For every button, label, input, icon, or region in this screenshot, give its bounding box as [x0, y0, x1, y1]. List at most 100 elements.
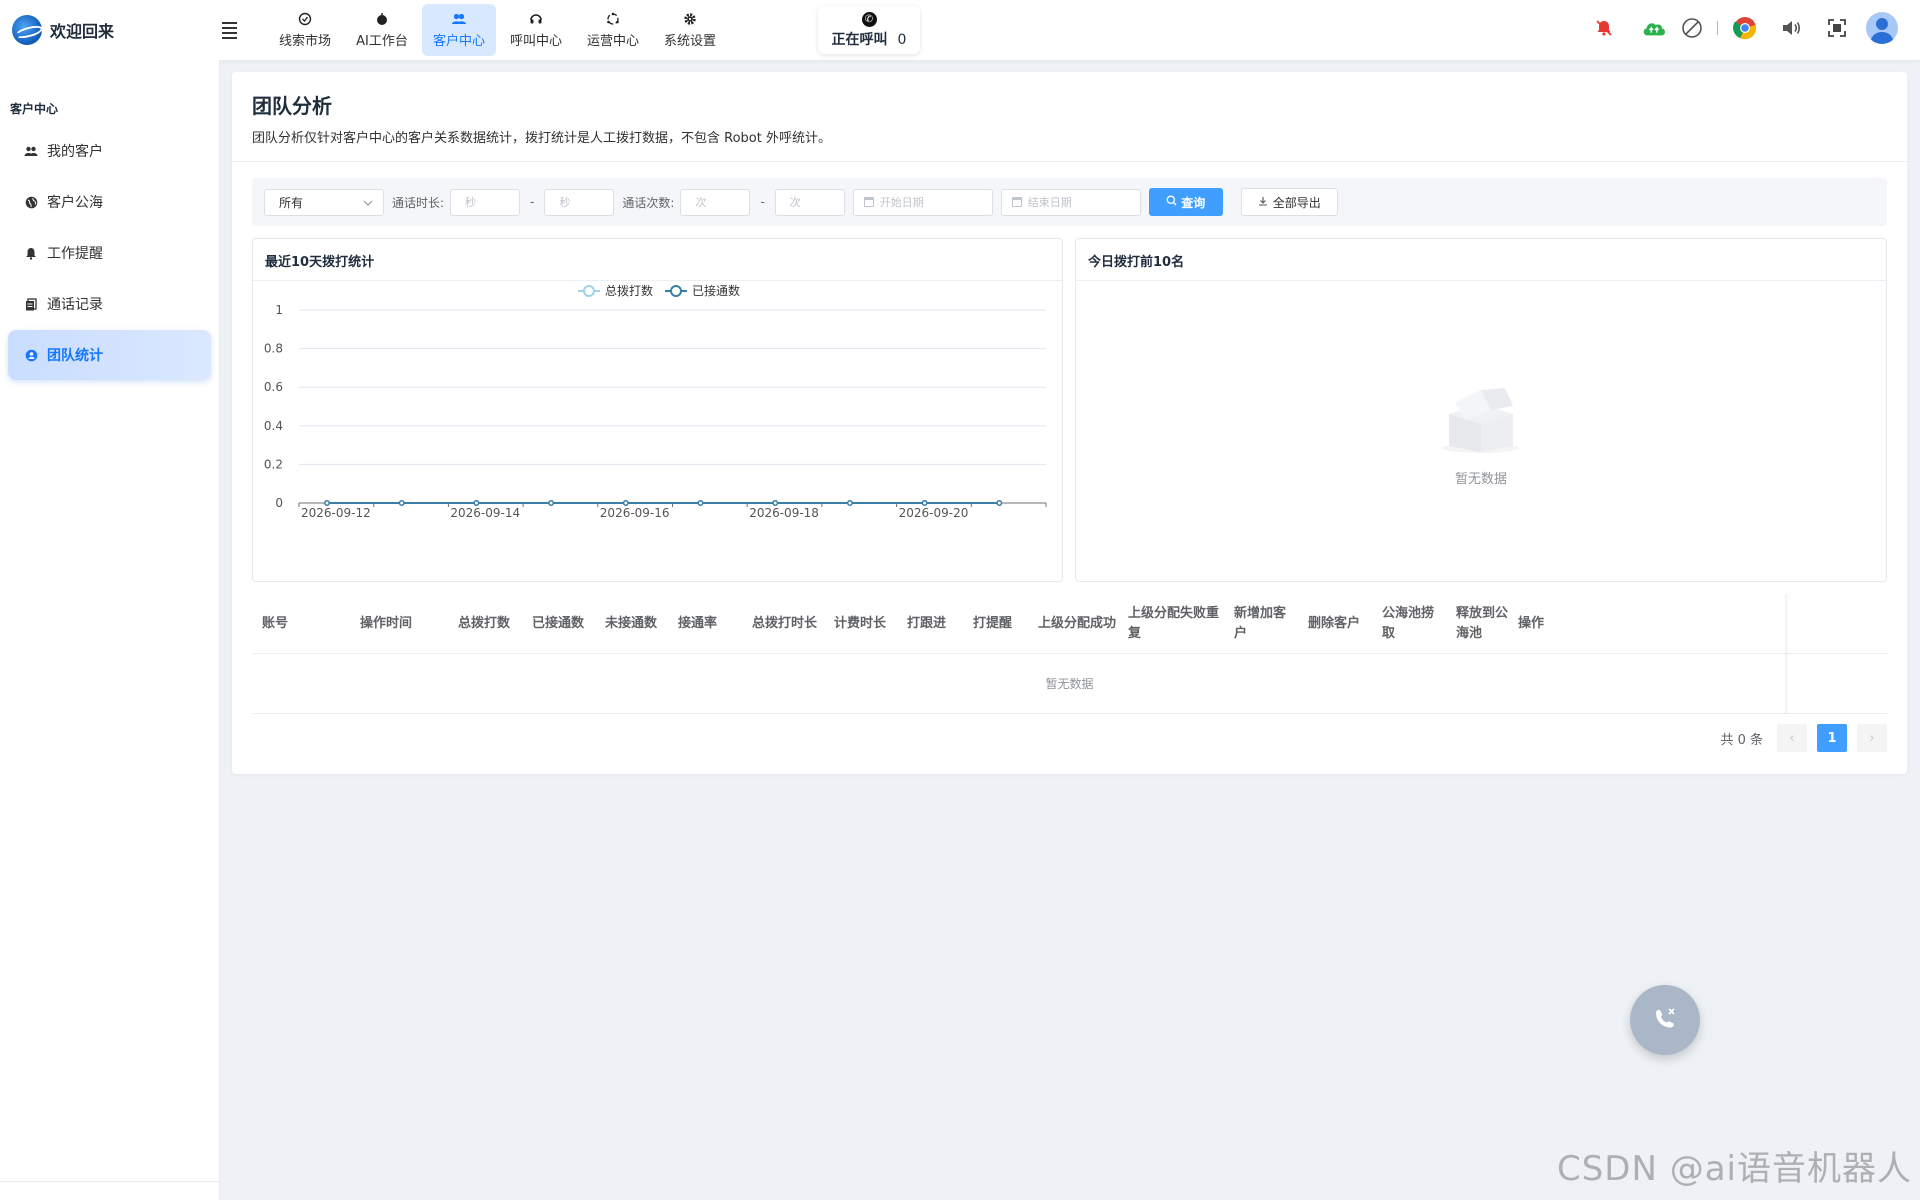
table-column-header: 操作时间 [360, 615, 413, 631]
data-point-1 [398, 500, 405, 506]
nav-item-ai-workbench[interactable]: AI工作台 [345, 4, 419, 56]
brand-logo-icon [12, 15, 42, 45]
line-chart: 总拨打数 已接通数 0 0.2 0.4 0.6 0.8 1 2026-09-12 2026-0… [264, 283, 1047, 520]
download-icon [1258, 195, 1268, 209]
sidebar-item-label: 客户公海 [47, 195, 103, 211]
cycle-icon [606, 12, 620, 30]
today-top10-panel: 今日拨打前10名 暂无数据 [1075, 238, 1887, 582]
sidebar-item-customer-pool[interactable]: 客户公海 [8, 177, 211, 227]
sidebar-item-my-customers[interactable]: 我的客户 [8, 126, 211, 176]
data-point-1 [921, 500, 928, 506]
main-card: 团队分析 团队分析仅针对客户中心的客户关系数据统计，拨打统计是人工拨打数据，不包… [232, 72, 1907, 774]
nav-item-call-center[interactable]: 呼叫中心 [499, 4, 573, 56]
scope-select-value: 所有 [279, 195, 304, 210]
duration-label: 通话时长: [392, 195, 445, 210]
table-header: 账号 操作时间 总拨打数 已接通数 未接通数 接通率 总拨打时长 计费时长 打跟进 打提醒 上级分配… [252, 594, 1887, 654]
scope-select[interactable]: 所有 [264, 188, 384, 216]
nav-item-operations-center[interactable]: 运营中心 [576, 4, 650, 56]
table-column-header: 释放到公海池 [1456, 605, 1509, 641]
nav-label: 呼叫中心 [509, 33, 562, 49]
recent-calls-chart-panel: 最近10天拨打统计 总拨打数 已接通数 0 0.2 0.4 0.6 0.8 1 2026-0… [252, 238, 1063, 582]
nav-label: 客户中心 [432, 33, 485, 49]
sidebar-item-call-records[interactable]: 通话记录 [8, 279, 211, 329]
bell-off-icon[interactable] [1591, 15, 1617, 41]
nav-label: 运营中心 [586, 33, 639, 49]
legend-marker-1 [670, 285, 682, 297]
users-icon [24, 144, 38, 158]
start-date-picker[interactable]: 开始日期 [852, 188, 993, 216]
calendar-icon [1011, 197, 1022, 207]
end-date-picker[interactable]: 结束日期 [1000, 188, 1141, 216]
count-max-input[interactable]: 次 [774, 188, 845, 216]
fullscreen-icon[interactable] [1824, 15, 1850, 41]
export-all-button[interactable]: 全部导出 [1240, 188, 1338, 216]
phone-hangup-icon [1650, 1003, 1680, 1037]
prev-page-button[interactable]: ‹ [1777, 724, 1807, 752]
calling-count: 0 [897, 31, 907, 48]
table-column-header: 未接通数 [605, 615, 658, 631]
next-page-button[interactable]: › [1857, 724, 1887, 752]
range-dash: - [760, 195, 765, 209]
sidebar-item-work-reminder[interactable]: 工作提醒 [8, 228, 211, 278]
table-column-header: 计费时长 [834, 615, 887, 631]
query-button-label: 查询 [1181, 195, 1206, 210]
empty-state: 暂无数据 [1076, 281, 1886, 581]
toolbar-divider [1717, 21, 1718, 35]
page-number-button[interactable]: 1 [1817, 724, 1847, 752]
table-column-header: 已接通数 [532, 615, 585, 631]
volume-icon[interactable] [1778, 15, 1804, 41]
table-column-header: 打跟进 [907, 615, 947, 631]
query-button[interactable]: 查询 [1148, 188, 1223, 216]
sidebar-item-team-stats[interactable]: 团队统计 [8, 330, 211, 380]
top10-panel-title: 今日拨打前10名 [1076, 239, 1886, 281]
table-column-header: 操作 [1518, 615, 1545, 631]
main-nav: 线索市场 AI工作台 客户中心 呼叫中心 运营中心 系统设置 [268, 0, 730, 60]
chevron-down-icon [363, 195, 373, 209]
table-column-header: 总拨打数 [458, 615, 511, 631]
record-icon [24, 297, 38, 311]
x-tick-label: 2026-09-12 [301, 506, 371, 520]
team-stats-table: 账号 操作时间 总拨打数 已接通数 未接通数 接通率 总拨打时长 计费时长 打跟进 打提醒 上级分配… [252, 594, 1887, 714]
end-date-placeholder: 结束日期 [1027, 196, 1072, 209]
table-column-header: 打提醒 [973, 615, 1013, 631]
sidebar-footer-divider [0, 1181, 220, 1182]
y-tick-label: 0.6 [264, 380, 283, 394]
chrome-icon[interactable] [1732, 15, 1758, 41]
duration-max-input[interactable]: 秒 [544, 188, 615, 216]
data-point-1 [772, 500, 779, 506]
team-icon [24, 348, 38, 362]
empty-text: 暂无数据 [1454, 471, 1507, 487]
duration-min-input[interactable]: 秒 [450, 188, 521, 216]
calling-indicator[interactable]: ✆ 正在呼叫 0 [818, 6, 920, 54]
cloud-upload-icon[interactable] [1641, 15, 1667, 41]
phone-icon: ✆ [861, 11, 877, 27]
sidebar-item-label: 团队统计 [47, 348, 103, 364]
users-icon [451, 12, 467, 30]
top-right-toolbar [1571, 12, 1898, 44]
block-icon[interactable] [1679, 15, 1705, 41]
sidebar-title: 客户中心 [10, 102, 59, 116]
page-title: 团队分析 [252, 94, 332, 118]
gear-icon [683, 12, 697, 30]
calendar-icon [863, 197, 874, 207]
menu-toggle-icon[interactable] [222, 18, 246, 42]
floating-call-button[interactable] [1630, 985, 1700, 1055]
target-icon [298, 12, 312, 30]
bell-icon [24, 246, 38, 260]
nav-item-system-settings[interactable]: 系统设置 [653, 4, 727, 56]
table-column-header: 上级分配失败重复 [1128, 605, 1220, 641]
nav-item-customer-center[interactable]: 客户中心 [422, 4, 496, 56]
x-tick-label: 2026-09-14 [450, 506, 520, 520]
sidebar-item-label: 工作提醒 [47, 246, 103, 262]
pagination-total: 共 0 条 [1720, 732, 1763, 748]
user-avatar[interactable] [1866, 12, 1898, 44]
y-tick-label: 0.4 [264, 419, 283, 433]
count-min-input[interactable]: 次 [680, 188, 751, 216]
page-header: 团队分析 团队分析仅针对客户中心的客户关系数据统计，拨打统计是人工拨打数据，不包… [232, 72, 1907, 162]
legend-label-0: 总拨打数 [605, 283, 653, 298]
data-point-1 [622, 500, 629, 506]
nav-item-leads-market[interactable]: 线索市场 [268, 4, 342, 56]
table-column-header: 接通率 [678, 615, 718, 631]
nav-label: AI工作台 [356, 33, 408, 49]
fixed-column-shadow [1785, 594, 1789, 714]
